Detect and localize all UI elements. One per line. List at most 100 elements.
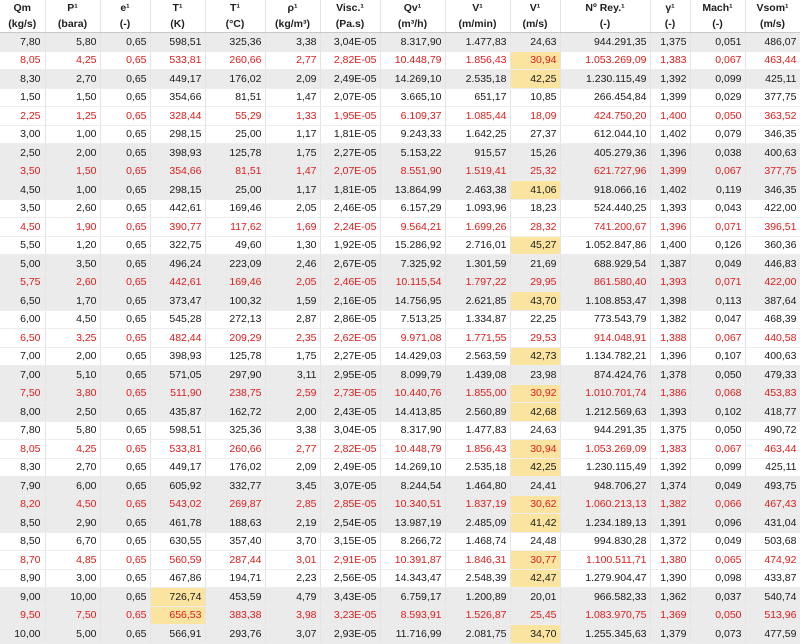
cell-mach[interactable]: 0,098 [690,569,746,588]
cell-vsom[interactable]: 446,83 [745,254,800,274]
cell-reynolds[interactable]: 918.066,16 [560,180,651,200]
cell-mach[interactable]: 0,068 [690,384,746,403]
cell-p[interactable]: 1,25 [45,106,101,126]
cell-v-mmin[interactable]: 1.301,59 [445,254,511,274]
cell-t-c[interactable]: 293,76 [205,624,266,644]
cell-v-ms[interactable]: 42,25 [510,69,561,89]
cell-e[interactable]: 0,65 [100,32,151,52]
cell-t-k[interactable]: 449,17 [150,69,206,89]
cell-p[interactable]: 4,85 [45,550,101,570]
cell-vsom[interactable]: 467,43 [745,495,800,514]
cell-p[interactable]: 2,90 [45,513,101,533]
cell-v-ms[interactable]: 30,77 [510,550,561,570]
cell-v-mmin[interactable]: 2.621,85 [445,291,511,311]
cell-e[interactable]: 0,65 [100,254,151,274]
cell-gamma[interactable]: 1,362 [650,587,691,607]
cell-v-ms[interactable]: 42,68 [510,402,561,422]
cell-qm[interactable]: 7,80 [0,421,46,440]
cell-t-c[interactable]: 55,29 [205,106,266,126]
cell-qv[interactable]: 15.286,92 [380,236,446,255]
cell-mach[interactable]: 0,043 [690,199,746,218]
cell-t-k[interactable]: 461,78 [150,513,206,533]
cell-vsom[interactable]: 396,51 [745,217,800,237]
cell-rho[interactable]: 1,33 [265,106,321,126]
cell-reynolds[interactable]: 524.440,25 [560,199,651,218]
cell-rho[interactable]: 2,00 [265,402,321,422]
cell-qm[interactable]: 8,05 [0,439,46,459]
unit-velocity-mmin[interactable]: (m/min) [445,16,511,33]
cell-gamma[interactable]: 1,396 [650,217,691,237]
cell-qm[interactable]: 3,50 [0,199,46,218]
cell-mach[interactable]: 0,099 [690,69,746,89]
unit-temperature-k[interactable]: (K) [150,16,206,33]
cell-v-ms[interactable]: 29,53 [510,328,561,348]
cell-rho[interactable]: 2,87 [265,310,321,329]
cell-e[interactable]: 0,65 [100,125,151,144]
cell-t-c[interactable]: 169,46 [205,199,266,218]
cell-vsom[interactable]: 474,92 [745,550,800,570]
cell-gamma[interactable]: 1,402 [650,125,691,144]
cell-vsom[interactable]: 477,59 [745,624,800,644]
cell-t-k[interactable]: 543,02 [150,495,206,514]
cell-v-ms[interactable]: 42,73 [510,347,561,366]
unit-temperature-c[interactable]: (°C) [205,16,266,33]
cell-rho[interactable]: 3,11 [265,365,321,385]
cell-vsom[interactable]: 493,75 [745,476,800,496]
cell-v-ms[interactable]: 28,32 [510,217,561,237]
cell-v-ms[interactable]: 18,23 [510,199,561,218]
cell-qm[interactable]: 8,00 [0,402,46,422]
cell-qm[interactable]: 9,50 [0,606,46,625]
cell-rho[interactable]: 3,98 [265,606,321,625]
cell-mach[interactable]: 0,067 [690,162,746,181]
cell-qv[interactable]: 3.665,10 [380,88,446,107]
cell-mach[interactable]: 0,071 [690,217,746,237]
cell-visc[interactable]: 1,81E-05 [320,125,381,144]
cell-gamma[interactable]: 1,399 [650,88,691,107]
cell-e[interactable]: 0,65 [100,476,151,496]
cell-p[interactable]: 4,25 [45,439,101,459]
cell-reynolds[interactable]: 1.134.782,21 [560,347,651,366]
cell-qv[interactable]: 14.269,10 [380,69,446,89]
cell-qm[interactable]: 8,30 [0,69,46,89]
cell-gamma[interactable]: 1,379 [650,624,691,644]
cell-reynolds[interactable]: 405.279,36 [560,143,651,163]
cell-t-c[interactable]: 287,44 [205,550,266,570]
cell-vsom[interactable]: 486,07 [745,32,800,52]
cell-visc[interactable]: 3,07E-05 [320,476,381,496]
header-temperature-k[interactable]: T¹ [150,0,206,16]
header-velocity-ms[interactable]: V¹ [510,0,561,16]
cell-t-c[interactable]: 194,71 [205,569,266,588]
cell-p[interactable]: 6,70 [45,532,101,551]
unit-volume-flow[interactable]: (m³/h) [380,16,446,33]
cell-t-c[interactable]: 238,75 [205,384,266,403]
cell-t-k[interactable]: 322,75 [150,236,206,255]
cell-visc[interactable]: 2,27E-05 [320,143,381,163]
cell-t-c[interactable]: 332,77 [205,476,266,496]
cell-t-c[interactable]: 188,63 [205,513,266,533]
cell-visc[interactable]: 2,85E-05 [320,495,381,514]
cell-mach[interactable]: 0,051 [690,32,746,52]
cell-reynolds[interactable]: 1.234.189,13 [560,513,651,533]
cell-qv[interactable]: 8.551,90 [380,162,446,181]
cell-reynolds[interactable]: 1.053.269,09 [560,439,651,459]
cell-e[interactable]: 0,65 [100,199,151,218]
cell-qv[interactable]: 10.448,79 [380,439,446,459]
cell-t-k[interactable]: 354,66 [150,88,206,107]
cell-t-k[interactable]: 605,92 [150,476,206,496]
cell-gamma[interactable]: 1,400 [650,106,691,126]
cell-gamma[interactable]: 1,375 [650,421,691,440]
cell-gamma[interactable]: 1,382 [650,310,691,329]
cell-qm[interactable]: 1,50 [0,88,46,107]
cell-p[interactable]: 2,00 [45,347,101,366]
cell-gamma[interactable]: 1,386 [650,384,691,403]
cell-t-k[interactable]: 449,17 [150,458,206,477]
cell-v-mmin[interactable]: 1.856,43 [445,439,511,459]
cell-visc[interactable]: 2,86E-05 [320,310,381,329]
cell-gamma[interactable]: 1,396 [650,347,691,366]
cell-p[interactable]: 2,70 [45,69,101,89]
cell-reynolds[interactable]: 424.750,20 [560,106,651,126]
cell-e[interactable]: 0,65 [100,384,151,403]
cell-vsom[interactable]: 363,52 [745,106,800,126]
unit-reynolds[interactable]: (-) [560,16,651,33]
unit-mass-flow[interactable]: (kg/s) [0,16,46,33]
